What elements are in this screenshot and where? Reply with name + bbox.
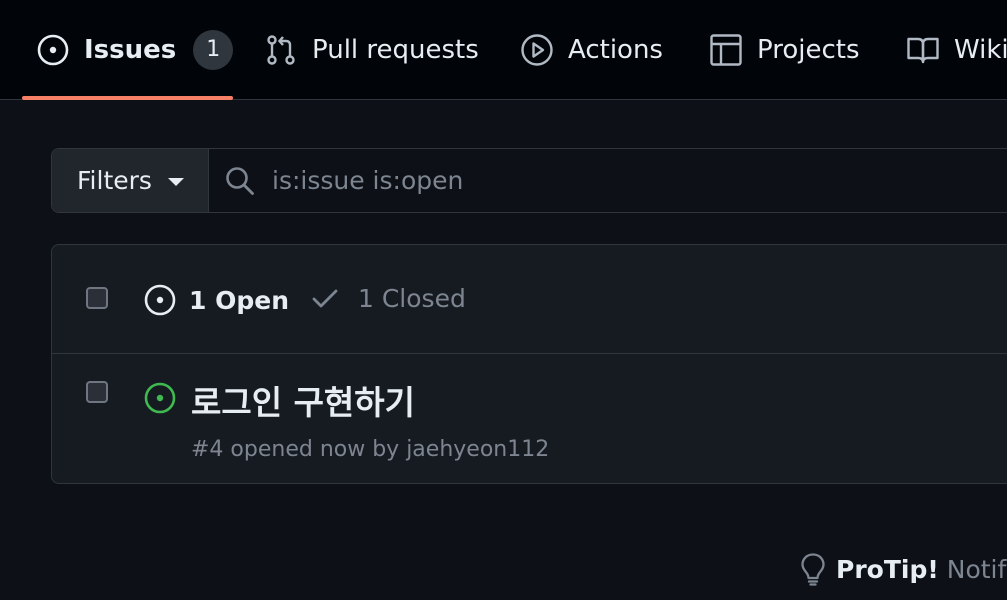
issue-opened-icon	[144, 284, 176, 316]
issues-counter: 1	[193, 29, 234, 70]
triangle-down-icon	[167, 178, 184, 186]
git-pull-request-icon	[264, 33, 298, 67]
select-all-checkbox[interactable]	[86, 287, 108, 309]
tab-projects-label: Projects	[757, 34, 860, 65]
issue-meta: #4 opened now by jaehyeon112	[191, 437, 550, 462]
tab-issues[interactable]: Issues 1	[36, 0, 234, 99]
check-icon	[312, 289, 338, 308]
play-icon	[520, 33, 554, 67]
closed-issues-label: 1 Closed	[358, 283, 466, 313]
tab-actions[interactable]: Actions	[520, 0, 663, 99]
issues-list: 1 Open 1 Closed 로그인 구현하기 #4 opened now b…	[51, 244, 1007, 484]
book-icon	[906, 33, 940, 67]
tab-projects[interactable]: Projects	[709, 0, 860, 99]
selected-tab-underline	[22, 96, 233, 100]
filters-button-label: Filters	[77, 166, 152, 195]
protip-label: ProTip!	[836, 554, 939, 584]
filters-button[interactable]: Filters	[52, 149, 209, 212]
issue-checkbox[interactable]	[86, 381, 108, 403]
tab-pull-requests[interactable]: Pull requests	[264, 0, 479, 99]
issue-opened-icon	[36, 33, 70, 67]
issue-row: 로그인 구현하기 #4 opened now by jaehyeon112	[52, 354, 1007, 483]
tab-issues-label: Issues	[84, 34, 177, 65]
tab-actions-label: Actions	[568, 34, 663, 65]
tab-wiki-label: Wiki	[954, 34, 1007, 65]
open-issues-filter[interactable]: 1 Open	[143, 283, 289, 317]
tab-wiki[interactable]: Wiki	[906, 0, 1007, 99]
protip-text: Notify	[946, 554, 1007, 584]
issue-opened-icon	[144, 382, 176, 414]
issue-title-link[interactable]: 로그인 구현하기	[191, 376, 415, 424]
issues-filter-bar: Filters	[51, 148, 1007, 213]
issues-list-header: 1 Open 1 Closed	[52, 245, 1007, 354]
repo-nav: Issues 1 Pull requests Actions Projects	[0, 0, 1007, 100]
closed-issues-filter[interactable]: 1 Closed	[310, 283, 466, 313]
protip: ProTip! Notify	[800, 552, 1007, 586]
open-issues-label: 1 Open	[189, 285, 289, 315]
issues-search-input[interactable]	[272, 149, 972, 212]
light-bulb-icon	[801, 553, 825, 586]
search-icon	[226, 167, 254, 195]
tab-pull-requests-label: Pull requests	[312, 34, 479, 65]
table-icon	[709, 33, 743, 67]
